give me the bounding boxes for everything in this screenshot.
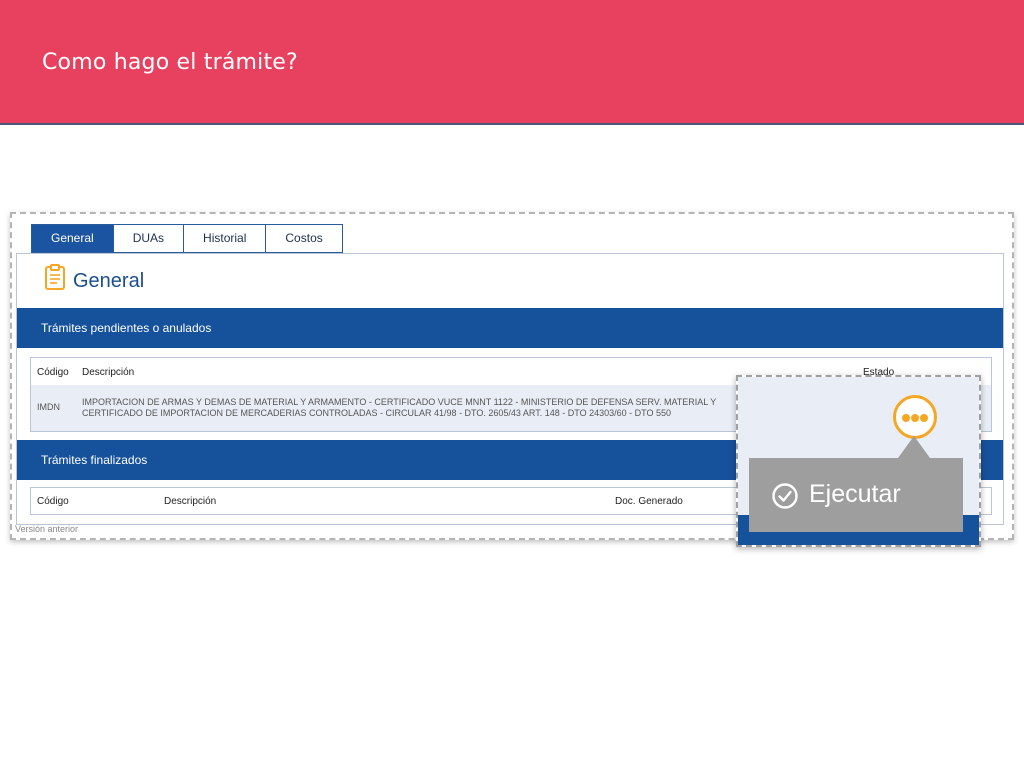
more-options-icon[interactable] [893,395,937,439]
row-code: IMDN [37,402,60,412]
zoom-callout: Ejecutar [736,375,981,547]
slide-title: Como hago el trámite? [42,50,298,75]
clipboard-icon [45,264,65,290]
tab-costos[interactable]: Costos [266,224,343,253]
ejecutar-button[interactable]: Ejecutar [749,458,963,532]
tab-duas[interactable]: DUAs [113,224,185,253]
row-description-line2: CERTIFICADO DE IMPORTACION DE MERCADERIA… [82,408,672,418]
tab-general[interactable]: General [31,224,114,253]
col-doc-generado: Doc. Generado [615,496,683,507]
col-codigo: Código [37,496,69,507]
previous-version-link[interactable]: Versión anterior [15,524,78,534]
col-descripcion: Descripción [82,367,135,378]
col-descripcion: Descripción [164,496,217,507]
pending-section-header: Trámites pendientes o anulados [17,308,1003,348]
ejecutar-label: Ejecutar [809,480,901,508]
tab-bar: General DUAs Historial Costos [31,224,343,253]
check-circle-icon [772,483,798,509]
tab-historial[interactable]: Historial [184,224,267,253]
row-description-line1: IMPORTACION DE ARMAS Y DEMAS DE MATERIAL… [82,397,717,407]
tooltip-pointer [898,436,930,458]
col-codigo: Código [37,367,69,378]
title-banner: Como hago el trámite? [0,0,1024,125]
panel-title: General [73,270,145,292]
